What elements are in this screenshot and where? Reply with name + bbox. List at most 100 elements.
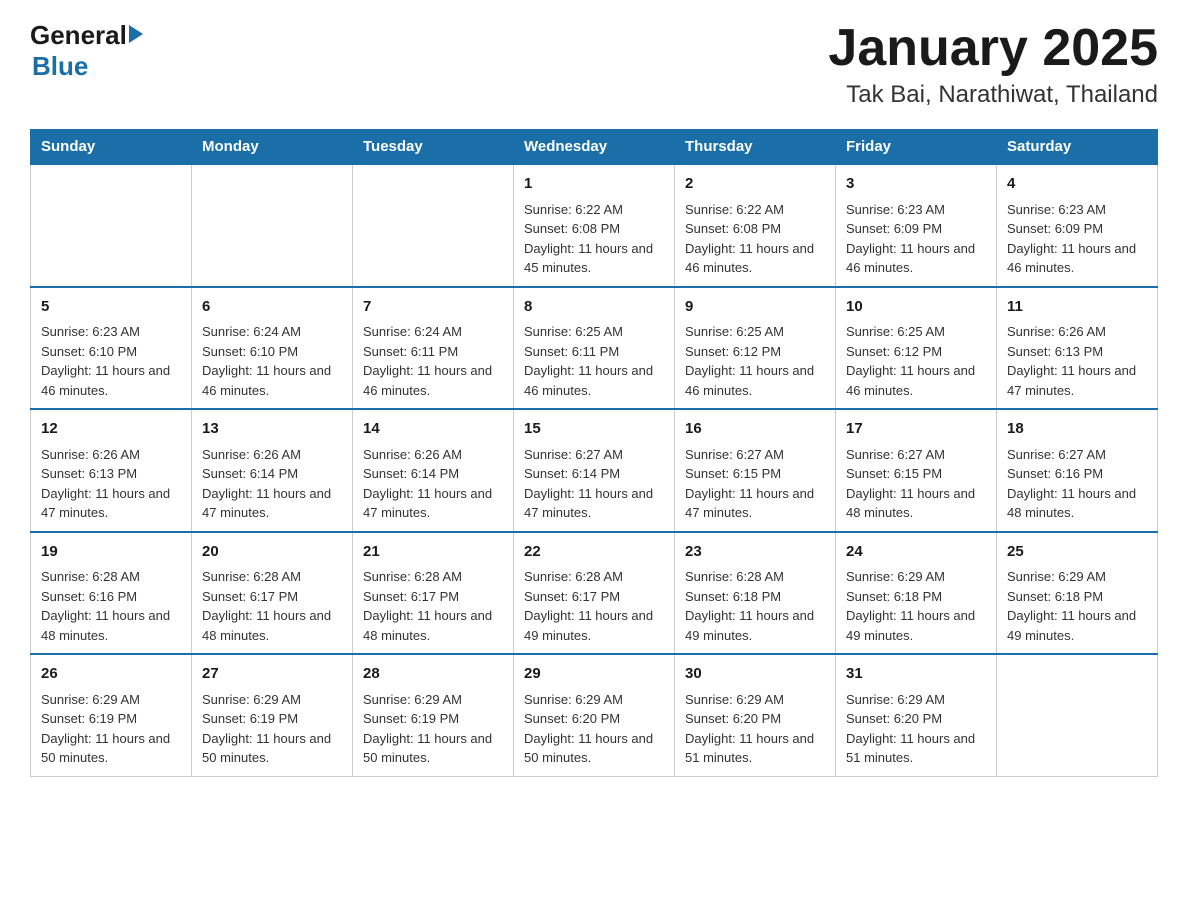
calendar-cell: 1 Sunrise: 6:22 AMSunset: 6:08 PMDaylight… (514, 164, 675, 287)
calendar-cell: 13 Sunrise: 6:26 AMSunset: 6:14 PMDayligh… (192, 409, 353, 532)
day-info: Sunrise: 6:27 AMSunset: 6:16 PMDaylight:… (1007, 445, 1147, 523)
day-info: Sunrise: 6:26 AMSunset: 6:14 PMDaylight:… (202, 445, 342, 523)
calendar-week-row: 5 Sunrise: 6:23 AMSunset: 6:10 PMDaylight… (31, 287, 1158, 410)
calendar-cell: 24 Sunrise: 6:29 AMSunset: 6:18 PMDayligh… (836, 532, 997, 655)
day-number: 16 (685, 418, 825, 441)
day-info: Sunrise: 6:23 AMSunset: 6:09 PMDaylight:… (1007, 200, 1147, 278)
day-info: Sunrise: 6:24 AMSunset: 6:11 PMDaylight:… (363, 322, 503, 400)
day-info: Sunrise: 6:26 AMSunset: 6:13 PMDaylight:… (1007, 322, 1147, 400)
day-info: Sunrise: 6:26 AMSunset: 6:14 PMDaylight:… (363, 445, 503, 523)
calendar-week-row: 1 Sunrise: 6:22 AMSunset: 6:08 PMDaylight… (31, 164, 1158, 287)
calendar-cell: 23 Sunrise: 6:28 AMSunset: 6:18 PMDayligh… (675, 532, 836, 655)
day-number: 3 (846, 173, 986, 196)
day-info: Sunrise: 6:25 AMSunset: 6:12 PMDaylight:… (685, 322, 825, 400)
day-number: 21 (363, 541, 503, 564)
day-info: Sunrise: 6:22 AMSunset: 6:08 PMDaylight:… (685, 200, 825, 278)
day-info: Sunrise: 6:29 AMSunset: 6:18 PMDaylight:… (846, 567, 986, 645)
day-info: Sunrise: 6:26 AMSunset: 6:13 PMDaylight:… (41, 445, 181, 523)
day-number: 11 (1007, 296, 1147, 319)
calendar-cell: 20 Sunrise: 6:28 AMSunset: 6:17 PMDayligh… (192, 532, 353, 655)
day-number: 18 (1007, 418, 1147, 441)
day-info: Sunrise: 6:25 AMSunset: 6:11 PMDaylight:… (524, 322, 664, 400)
calendar-cell: 22 Sunrise: 6:28 AMSunset: 6:17 PMDayligh… (514, 532, 675, 655)
day-number: 17 (846, 418, 986, 441)
calendar-cell: 10Sunrise: 6:25 AMSunset: 6:12 PMDayligh… (836, 287, 997, 410)
day-number: 23 (685, 541, 825, 564)
day-info: Sunrise: 6:29 AMSunset: 6:18 PMDaylight:… (1007, 567, 1147, 645)
day-info: Sunrise: 6:29 AMSunset: 6:20 PMDaylight:… (846, 690, 986, 768)
day-number: 22 (524, 541, 664, 564)
calendar-table: SundayMondayTuesdayWednesdayThursdayFrid… (30, 129, 1158, 777)
day-number: 19 (41, 541, 181, 564)
day-number: 5 (41, 296, 181, 319)
calendar-week-row: 26 Sunrise: 6:29 AMSunset: 6:19 PMDayligh… (31, 654, 1158, 776)
calendar-cell (997, 654, 1158, 776)
logo-blue-text: Blue (32, 51, 88, 82)
calendar-cell (353, 164, 514, 287)
calendar-cell: 16 Sunrise: 6:27 AMSunset: 6:15 PMDayligh… (675, 409, 836, 532)
calendar-cell: 11 Sunrise: 6:26 AMSunset: 6:13 PMDayligh… (997, 287, 1158, 410)
calendar-title: January 2025 (828, 20, 1158, 77)
day-number: 27 (202, 663, 342, 686)
calendar-week-row: 19 Sunrise: 6:28 AMSunset: 6:16 PMDayligh… (31, 532, 1158, 655)
day-info: Sunrise: 6:28 AMSunset: 6:17 PMDaylight:… (524, 567, 664, 645)
day-number: 12 (41, 418, 181, 441)
day-info: Sunrise: 6:24 AMSunset: 6:10 PMDaylight:… (202, 322, 342, 400)
calendar-subtitle: Tak Bai, Narathiwat, Thailand (828, 81, 1158, 109)
day-number: 26 (41, 663, 181, 686)
day-info: Sunrise: 6:29 AMSunset: 6:19 PMDaylight:… (363, 690, 503, 768)
page-header: General Blue January 2025 Tak Bai, Narat… (30, 20, 1158, 109)
day-info: Sunrise: 6:23 AMSunset: 6:10 PMDaylight:… (41, 322, 181, 400)
logo-general-text: General (30, 20, 127, 51)
day-number: 10 (846, 296, 986, 319)
title-block: January 2025 Tak Bai, Narathiwat, Thaila… (828, 20, 1158, 109)
day-info: Sunrise: 6:27 AMSunset: 6:15 PMDaylight:… (685, 445, 825, 523)
day-info: Sunrise: 6:29 AMSunset: 6:20 PMDaylight:… (524, 690, 664, 768)
day-info: Sunrise: 6:28 AMSunset: 6:16 PMDaylight:… (41, 567, 181, 645)
day-number: 6 (202, 296, 342, 319)
calendar-cell: 21 Sunrise: 6:28 AMSunset: 6:17 PMDayligh… (353, 532, 514, 655)
day-number: 2 (685, 173, 825, 196)
calendar-header-row: SundayMondayTuesdayWednesdayThursdayFrid… (31, 130, 1158, 165)
logo: General Blue (30, 20, 143, 82)
day-info: Sunrise: 6:29 AMSunset: 6:19 PMDaylight:… (41, 690, 181, 768)
calendar-week-row: 12 Sunrise: 6:26 AMSunset: 6:13 PMDayligh… (31, 409, 1158, 532)
calendar-day-header: Wednesday (514, 130, 675, 165)
day-number: 1 (524, 173, 664, 196)
day-info: Sunrise: 6:29 AMSunset: 6:20 PMDaylight:… (685, 690, 825, 768)
day-info: Sunrise: 6:28 AMSunset: 6:17 PMDaylight:… (202, 567, 342, 645)
day-info: Sunrise: 6:22 AMSunset: 6:08 PMDaylight:… (524, 200, 664, 278)
calendar-cell: 2 Sunrise: 6:22 AMSunset: 6:08 PMDaylight… (675, 164, 836, 287)
calendar-cell: 25 Sunrise: 6:29 AMSunset: 6:18 PMDayligh… (997, 532, 1158, 655)
calendar-day-header: Saturday (997, 130, 1158, 165)
day-number: 24 (846, 541, 986, 564)
day-number: 14 (363, 418, 503, 441)
calendar-day-header: Monday (192, 130, 353, 165)
day-info: Sunrise: 6:28 AMSunset: 6:17 PMDaylight:… (363, 567, 503, 645)
day-info: Sunrise: 6:28 AMSunset: 6:18 PMDaylight:… (685, 567, 825, 645)
day-number: 13 (202, 418, 342, 441)
day-number: 30 (685, 663, 825, 686)
day-info: Sunrise: 6:29 AMSunset: 6:19 PMDaylight:… (202, 690, 342, 768)
calendar-day-header: Friday (836, 130, 997, 165)
calendar-cell: 7 Sunrise: 6:24 AMSunset: 6:11 PMDaylight… (353, 287, 514, 410)
day-number: 25 (1007, 541, 1147, 564)
day-info: Sunrise: 6:27 AMSunset: 6:15 PMDaylight:… (846, 445, 986, 523)
calendar-cell: 19 Sunrise: 6:28 AMSunset: 6:16 PMDayligh… (31, 532, 192, 655)
calendar-cell: 31Sunrise: 6:29 AMSunset: 6:20 PMDayligh… (836, 654, 997, 776)
calendar-cell: 8 Sunrise: 6:25 AMSunset: 6:11 PMDaylight… (514, 287, 675, 410)
calendar-cell: 9Sunrise: 6:25 AMSunset: 6:12 PMDaylight… (675, 287, 836, 410)
day-number: 4 (1007, 173, 1147, 196)
logo-arrow-icon (129, 25, 143, 43)
calendar-cell: 26 Sunrise: 6:29 AMSunset: 6:19 PMDayligh… (31, 654, 192, 776)
calendar-day-header: Sunday (31, 130, 192, 165)
calendar-cell (192, 164, 353, 287)
calendar-cell: 29Sunrise: 6:29 AMSunset: 6:20 PMDayligh… (514, 654, 675, 776)
calendar-cell: 3Sunrise: 6:23 AMSunset: 6:09 PMDaylight… (836, 164, 997, 287)
calendar-cell: 18 Sunrise: 6:27 AMSunset: 6:16 PMDayligh… (997, 409, 1158, 532)
day-number: 8 (524, 296, 664, 319)
day-number: 20 (202, 541, 342, 564)
day-info: Sunrise: 6:27 AMSunset: 6:14 PMDaylight:… (524, 445, 664, 523)
day-number: 7 (363, 296, 503, 319)
calendar-cell: 27 Sunrise: 6:29 AMSunset: 6:19 PMDayligh… (192, 654, 353, 776)
